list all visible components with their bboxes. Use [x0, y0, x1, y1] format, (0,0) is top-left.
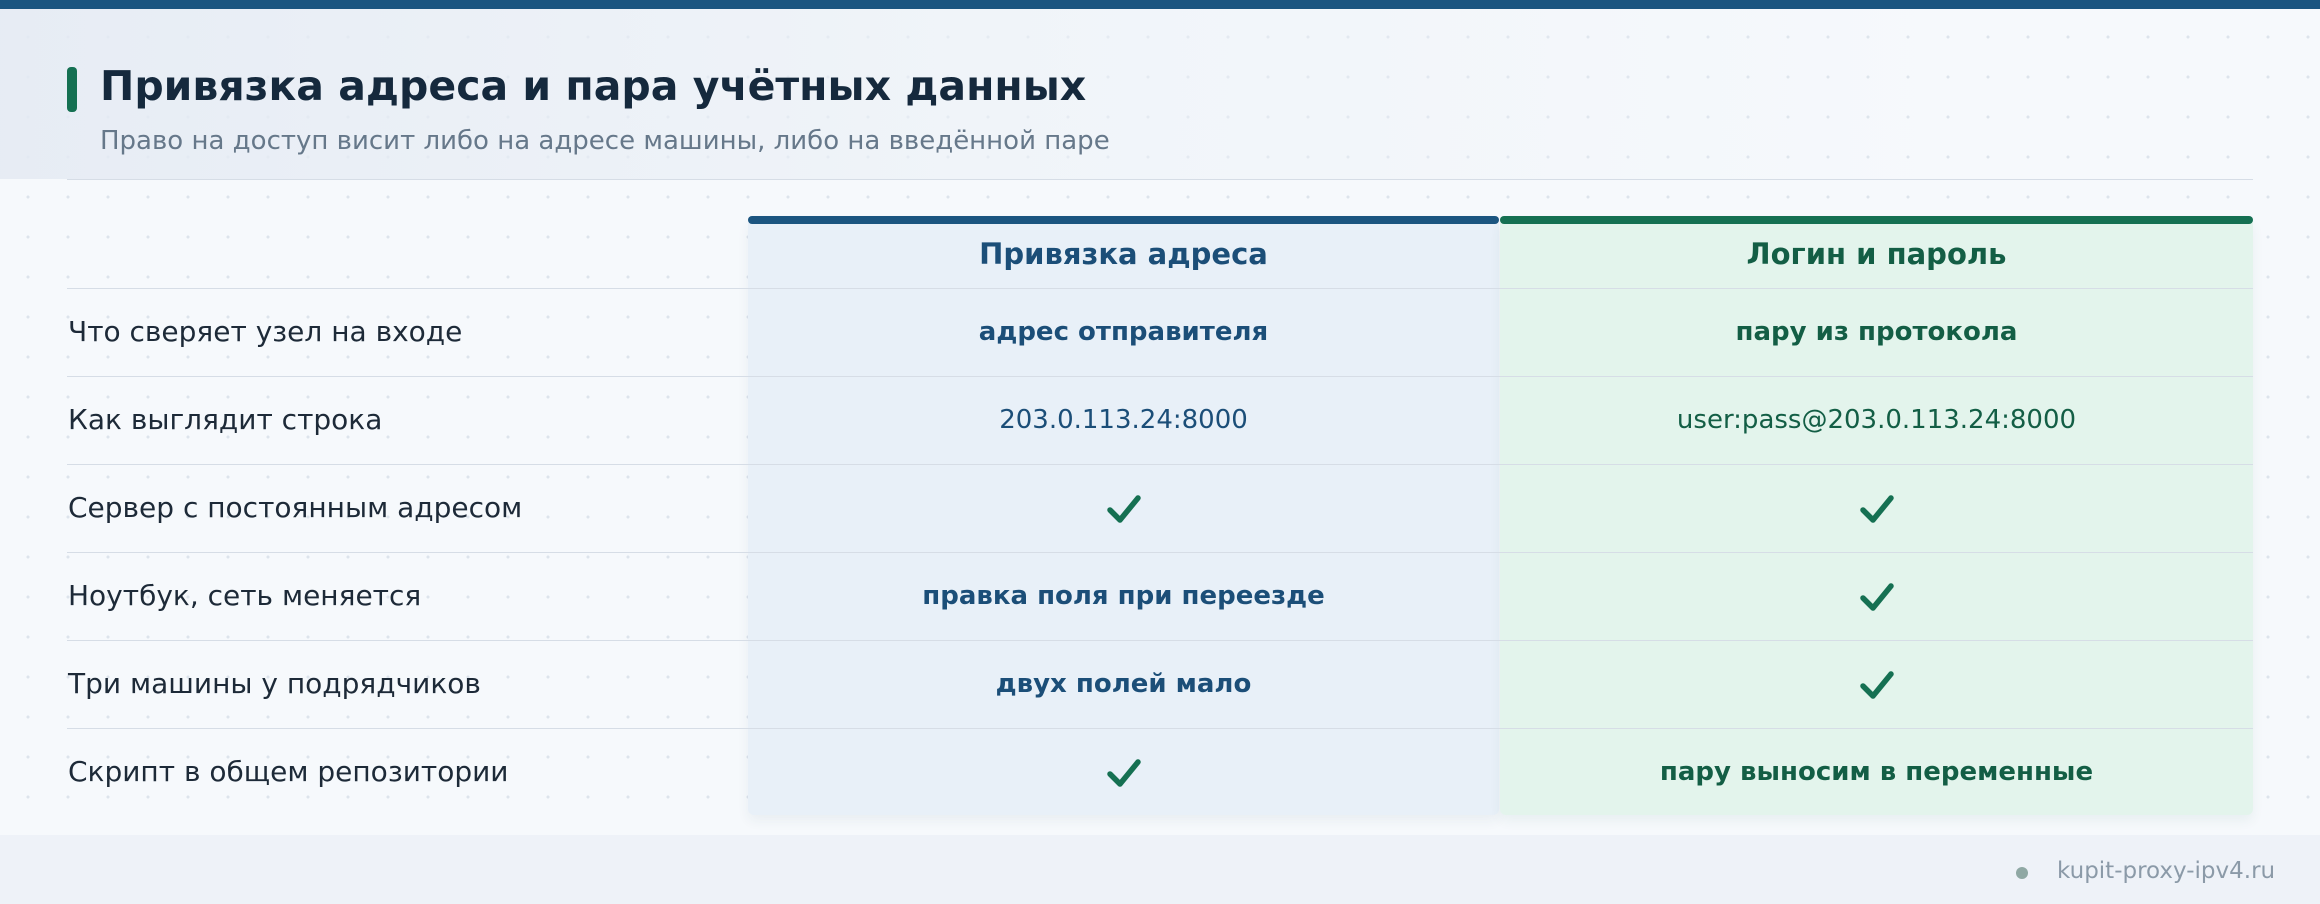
row-divider [67, 640, 2253, 641]
page-title: Привязка адреса и пара учётных данных [100, 62, 1087, 110]
table-cell-login [1500, 664, 2253, 704]
row-label: Скрипт в общем репозитории [68, 755, 509, 788]
row-divider [67, 728, 2253, 729]
check-icon [1859, 494, 1894, 523]
check-icon [1106, 758, 1141, 787]
row-divider [67, 552, 2253, 553]
footer-dot-icon [2016, 867, 2028, 879]
row-label: Ноутбук, сеть меняется [68, 579, 422, 612]
page-subtitle: Право на доступ висит либо на адресе маш… [100, 126, 1110, 156]
row-divider [67, 376, 2253, 377]
table-cell-address: 203.0.113.24:8000 [999, 405, 1248, 435]
column-address-binding-accent [748, 216, 1499, 224]
table-cell-address [748, 488, 1499, 528]
table-cell-login [1500, 488, 2253, 528]
column-header-address-binding: Привязка адреса [979, 237, 1268, 271]
row-divider [67, 288, 2253, 289]
table-cell-login: пару выносим в переменные [1659, 757, 2094, 787]
check-icon [1859, 582, 1894, 611]
table-cell-login: пару из протокола [1735, 317, 2018, 347]
table-cell-address [748, 752, 1499, 792]
column-header-login-password: Логин и пароль [1746, 237, 2007, 271]
table-cell-login [1500, 576, 2253, 616]
top-accent-bar [0, 0, 2320, 9]
row-label: Три машины у подрядчиков [68, 667, 481, 700]
footer-site-link[interactable]: kupit-proxy-ipv4.ru [2057, 858, 2275, 884]
check-icon [1106, 494, 1141, 523]
table-cell-address: правка поля при переезде [922, 581, 1325, 611]
check-icon [1859, 670, 1894, 699]
row-label: Как выглядит строка [68, 403, 383, 436]
row-divider [67, 464, 2253, 465]
table-cell-address: двух полей мало [995, 669, 1252, 699]
title-accent-mark [67, 67, 77, 112]
row-label: Что сверяет узел на входе [68, 315, 463, 348]
row-label: Сервер с постоянным адресом [68, 491, 523, 524]
table-cell-address: адрес отправителя [978, 317, 1269, 347]
table-cell-login: user:pass@203.0.113.24:8000 [1676, 405, 2077, 435]
column-login-password-accent [1500, 216, 2253, 224]
header-divider [67, 179, 2253, 180]
